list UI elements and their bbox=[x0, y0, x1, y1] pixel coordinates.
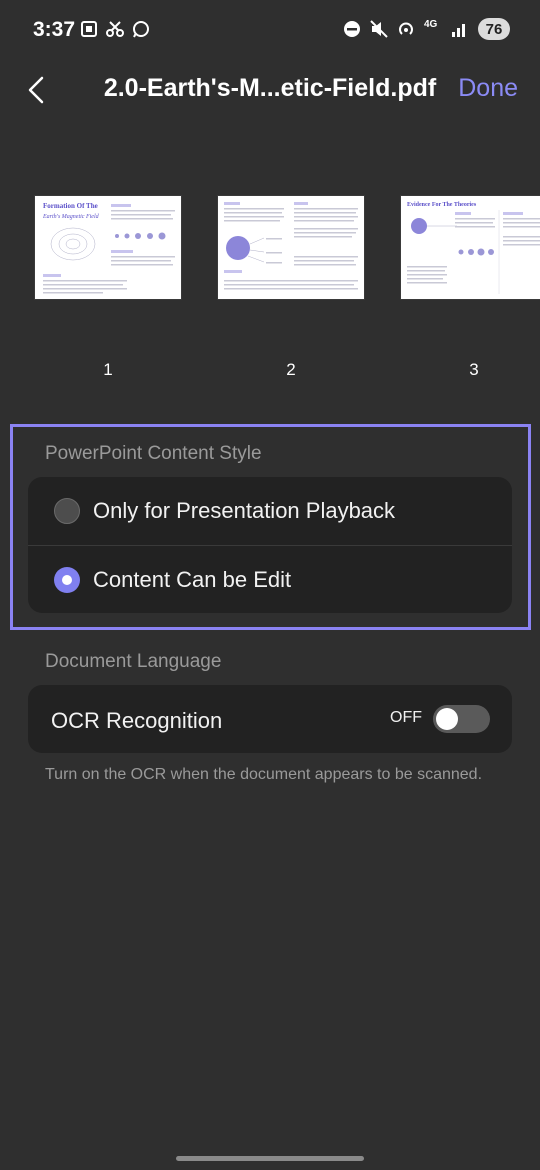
signal-icon bbox=[452, 24, 465, 37]
network-type-icon: 4G bbox=[424, 19, 438, 30]
status-time: 3:37 bbox=[33, 18, 76, 41]
status-right-icons: 4G 76 bbox=[343, 18, 510, 40]
toggle-knob bbox=[436, 708, 458, 730]
ocr-card: OCR Recognition OFF bbox=[28, 685, 512, 753]
thumbnail-heading: Evidence For The Theories bbox=[407, 202, 477, 208]
option-label: Only for Presentation Playback bbox=[93, 498, 396, 523]
hotspot-icon bbox=[399, 22, 413, 35]
ocr-hint: Turn on the OCR when the document appear… bbox=[45, 766, 483, 783]
scissors-icon bbox=[106, 21, 124, 37]
option-label: Content Can be Edit bbox=[93, 567, 292, 592]
option-content-editable[interactable]: Content Can be Edit bbox=[28, 546, 512, 614]
page-title: 2.0-Earth's-M...etic-Field.pdf bbox=[103, 74, 437, 102]
back-button[interactable] bbox=[22, 72, 50, 108]
chevron-left-icon bbox=[28, 76, 44, 104]
content-style-card: Only for Presentation Playback Content C… bbox=[28, 477, 512, 613]
thumbnail-subheading: Earth's Magnetic Field bbox=[42, 214, 100, 220]
page-thumbnail-1[interactable]: Formation Of The Earth's Magnetic Field bbox=[34, 195, 182, 300]
content-style-label: PowerPoint Content Style bbox=[45, 443, 262, 464]
ocr-label: OCR Recognition bbox=[51, 708, 223, 733]
battery-indicator: 76 bbox=[478, 18, 510, 40]
done-button[interactable]: Done bbox=[458, 74, 518, 103]
ocr-toggle[interactable] bbox=[433, 705, 490, 733]
page-number-3: 3 bbox=[469, 360, 479, 379]
radio-unselected[interactable] bbox=[54, 498, 80, 524]
mute-icon bbox=[370, 20, 388, 38]
page-number-2: 2 bbox=[286, 360, 296, 379]
status-bar: 3:37 4G 76 bbox=[0, 0, 540, 62]
status-left-icons bbox=[80, 20, 150, 38]
page-thumbnail-3[interactable]: Evidence For The Theories bbox=[400, 195, 540, 300]
header: 2.0-Earth's-M...etic-Field.pdf Done bbox=[0, 62, 540, 118]
screenshot-icon bbox=[81, 21, 97, 37]
thumbnail-heading: Formation Of The bbox=[43, 202, 98, 210]
document-language-label: Document Language bbox=[45, 651, 222, 672]
page-number-1: 1 bbox=[103, 360, 113, 379]
ocr-state-label: OFF bbox=[390, 709, 422, 726]
radio-selected[interactable] bbox=[54, 567, 80, 593]
screen: 3:37 4G 76 2.0-Earth's-M...etic-Field.pd… bbox=[0, 0, 540, 1170]
option-presentation-playback[interactable]: Only for Presentation Playback bbox=[28, 477, 512, 545]
page-thumbnails: Formation Of The Earth's Magnetic Field bbox=[0, 195, 540, 395]
do-not-disturb-icon bbox=[344, 21, 360, 37]
whatsapp-icon bbox=[133, 21, 149, 38]
page-thumbnail-2[interactable] bbox=[217, 195, 365, 300]
home-indicator[interactable] bbox=[176, 1156, 364, 1161]
